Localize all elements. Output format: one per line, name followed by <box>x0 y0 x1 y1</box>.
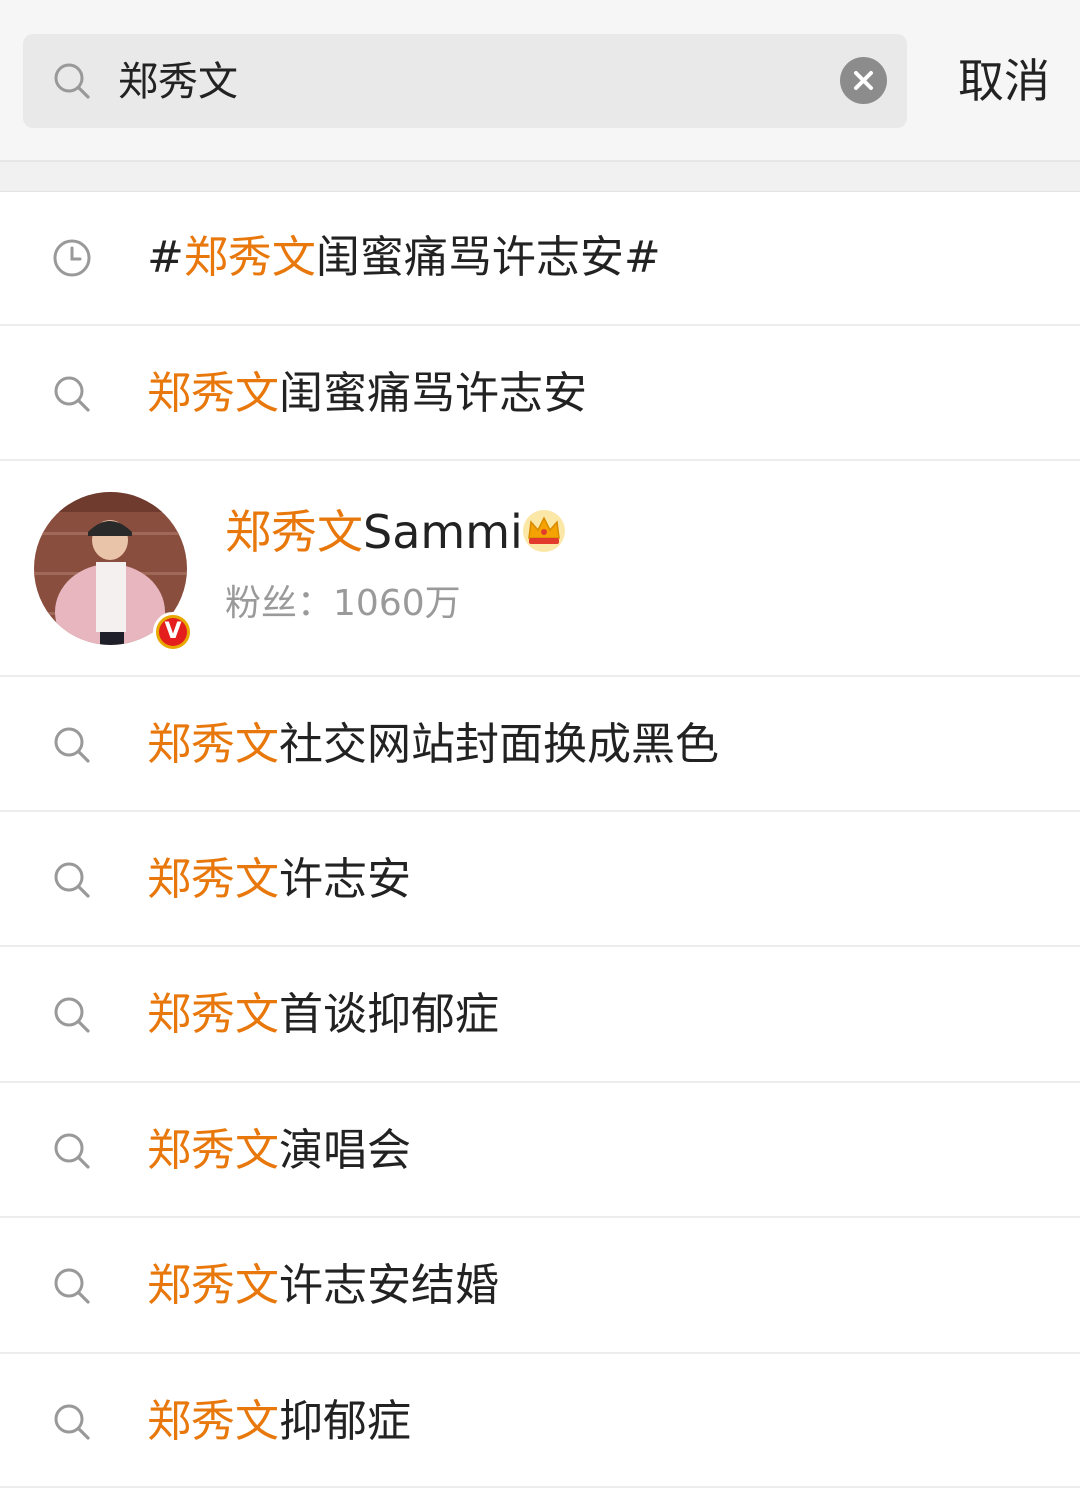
suggestion-row[interactable]: 郑秀文闺蜜痛骂许志安 <box>0 326 1080 461</box>
clock-icon <box>53 239 91 277</box>
suggestion-text: 郑秀文许志安结婚 <box>147 1260 499 1311</box>
search-icon <box>54 862 90 898</box>
suggestion-text: 郑秀文抑郁症 <box>147 1396 411 1447</box>
search-icon <box>54 1404 90 1440</box>
search-icon <box>54 1268 90 1304</box>
search-icon <box>54 1133 90 1169</box>
highlight-text: 郑秀文 <box>147 368 279 419</box>
fans-count: 粉丝：1060万 <box>225 583 461 624</box>
suggestion-text: 郑秀文首谈抑郁症 <box>147 989 499 1040</box>
highlight-text: 郑秀文 <box>147 1396 279 1447</box>
highlight-text: 郑秀文 <box>147 854 279 905</box>
suggestion-text: 郑秀文许志安 <box>147 854 411 905</box>
suggestion-row[interactable]: 郑秀文首谈抑郁症 <box>0 947 1080 1083</box>
cancel-button[interactable]: 取消 <box>958 48 1050 114</box>
search-icon <box>54 997 90 1033</box>
suggestion-text: 郑秀文闺蜜痛骂许志安 <box>147 368 587 419</box>
highlight-text: 郑秀文 <box>147 1260 279 1311</box>
search-query[interactable]: 郑秀文 <box>118 52 238 112</box>
search-icon <box>54 376 90 412</box>
crown-icon <box>523 510 565 552</box>
highlight-text: 郑秀文 <box>147 989 279 1040</box>
suggestion-text: 郑秀文演唱会 <box>147 1125 411 1176</box>
highlight-text: 郑秀文 <box>147 719 279 770</box>
suggestion-row[interactable]: 郑秀文许志安结婚 <box>0 1218 1080 1354</box>
user-name: 郑秀文Sammi <box>225 505 523 559</box>
highlight-text: 郑秀文 <box>183 232 316 283</box>
verified-v-icon: V <box>153 612 193 652</box>
suggestion-row-history[interactable]: #郑秀文闺蜜痛骂许志安# <box>0 192 1080 326</box>
suggestion-row[interactable]: 郑秀文抑郁症 <box>0 1354 1080 1488</box>
suggestion-row[interactable]: 郑秀文社交网站封面换成黑色 <box>0 677 1080 812</box>
search-icon <box>54 727 90 763</box>
suggestion-text: #郑秀文闺蜜痛骂许志安# <box>147 232 661 283</box>
suggestion-text: 郑秀文社交网站封面换成黑色 <box>147 719 719 770</box>
highlight-text: 郑秀文 <box>147 1125 279 1176</box>
suggestion-row[interactable]: 郑秀文演唱会 <box>0 1083 1080 1218</box>
separator <box>0 162 1080 192</box>
highlight-text: 郑秀文 <box>225 505 363 559</box>
close-icon <box>854 71 873 90</box>
clear-search-button[interactable] <box>840 57 887 104</box>
suggestion-row[interactable]: 郑秀文许志安 <box>0 812 1080 947</box>
search-icon <box>54 63 90 99</box>
